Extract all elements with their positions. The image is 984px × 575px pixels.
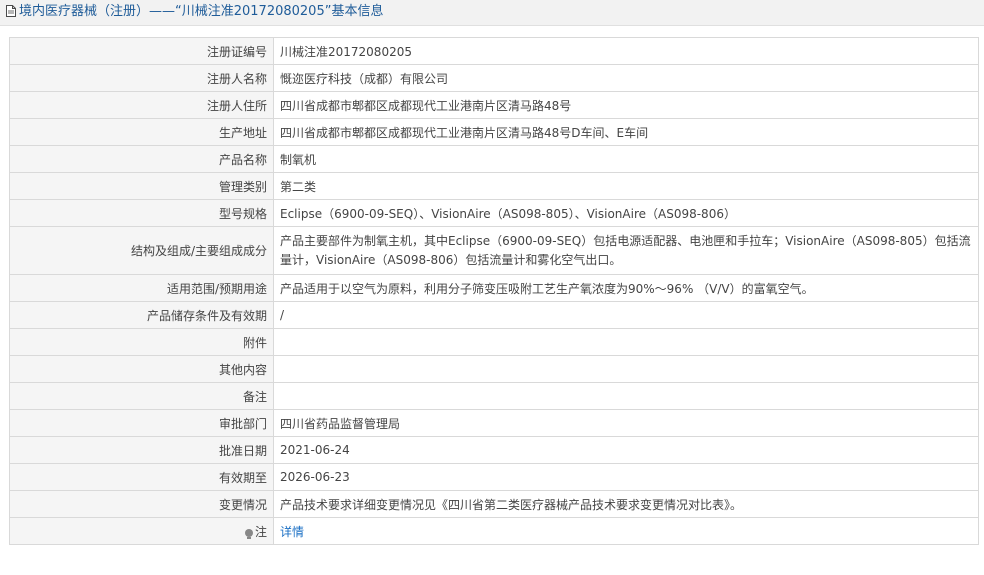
row-label: 注册人住所 [9,91,274,119]
row-label: 审批部门 [9,409,274,437]
row-label: 批准日期 [9,436,274,464]
row-label: 有效期至 [9,463,274,491]
row-label: 附件 [9,328,274,356]
row-value: 四川省成都市郫都区成都现代工业港南片区清马路48号 [273,91,979,119]
row-value: 2021-06-24 [273,436,979,464]
row-value [273,382,979,410]
row-label: 产品储存条件及有效期 [9,301,274,329]
table-row: 注册人住所 四川省成都市郫都区成都现代工业港南片区清马路48号 [9,91,979,119]
device-info-table: 注册证编号 川械注准20172080205 注册人名称 慨迩医疗科技（成都）有限… [9,37,979,545]
row-label: 其他内容 [9,355,274,383]
table-row: 管理类别 第二类 [9,172,979,200]
row-label: 注册证编号 [9,37,274,65]
row-value: 第二类 [273,172,979,200]
row-label: 生产地址 [9,118,274,146]
row-value: 产品主要部件为制氧主机，其中Eclipse（6900-09-SEQ）包括电源适配… [273,226,979,275]
row-label: 变更情况 [9,490,274,518]
table-row: 适用范围/预期用途 产品适用于以空气为原料，利用分子筛变压吸附工艺生产氧浓度为9… [9,274,979,302]
table-row: 有效期至 2026-06-23 [9,463,979,491]
table-row: 备注 [9,382,979,410]
lightbulb-icon [244,528,253,539]
row-value: 产品适用于以空气为原料，利用分子筛变压吸附工艺生产氧浓度为90%～96% （V/… [273,274,979,302]
table-row: 注册证编号 川械注准20172080205 [9,37,979,65]
row-value [273,355,979,383]
row-value: 慨迩医疗科技（成都）有限公司 [273,64,979,92]
table-row: 附件 [9,328,979,356]
note-label-cell: 注 [9,517,274,545]
table-row: 生产地址 四川省成都市郫都区成都现代工业港南片区清马路48号D车间、E车间 [9,118,979,146]
row-value: 四川省成都市郫都区成都现代工业港南片区清马路48号D车间、E车间 [273,118,979,146]
table-row: 结构及组成/主要组成成分 产品主要部件为制氧主机，其中Eclipse（6900-… [9,226,979,275]
note-row: 注 详情 [9,517,979,545]
row-value: 制氧机 [273,145,979,173]
row-label: 注册人名称 [9,64,274,92]
details-link[interactable]: 详情 [280,525,304,539]
note-value-cell: 详情 [273,517,979,545]
page-title: 境内医疗器械（注册）——“川械注准20172080205”基本信息 [19,4,384,19]
row-label: 备注 [9,382,274,410]
table-row: 型号规格 Eclipse（6900-09-SEQ）、VisionAire（AS0… [9,199,979,227]
row-value: / [273,301,979,329]
note-label: 注 [254,524,267,539]
table-row: 其他内容 [9,355,979,383]
row-value: Eclipse（6900-09-SEQ）、VisionAire（AS098-80… [273,199,979,227]
document-icon [6,5,16,17]
row-label: 型号规格 [9,199,274,227]
row-value: 产品技术要求详细变更情况见《四川省第二类医疗器械产品技术要求变更情况对比表》。 [273,490,979,518]
page-header: 境内医疗器械（注册）——“川械注准20172080205”基本信息 [0,0,984,26]
info-table-container: 注册证编号 川械注准20172080205 注册人名称 慨迩医疗科技（成都）有限… [9,37,979,545]
table-row: 注册人名称 慨迩医疗科技（成都）有限公司 [9,64,979,92]
table-row: 产品名称 制氧机 [9,145,979,173]
table-row: 批准日期 2021-06-24 [9,436,979,464]
row-value: 川械注准20172080205 [273,37,979,65]
row-value: 2026-06-23 [273,463,979,491]
row-label: 产品名称 [9,145,274,173]
table-row: 变更情况 产品技术要求详细变更情况见《四川省第二类医疗器械产品技术要求变更情况对… [9,490,979,518]
table-row: 产品储存条件及有效期 / [9,301,979,329]
row-value: 四川省药品监督管理局 [273,409,979,437]
table-row: 审批部门 四川省药品监督管理局 [9,409,979,437]
row-label: 结构及组成/主要组成成分 [9,226,274,275]
row-value [273,328,979,356]
row-label: 管理类别 [9,172,274,200]
row-label: 适用范围/预期用途 [9,274,274,302]
